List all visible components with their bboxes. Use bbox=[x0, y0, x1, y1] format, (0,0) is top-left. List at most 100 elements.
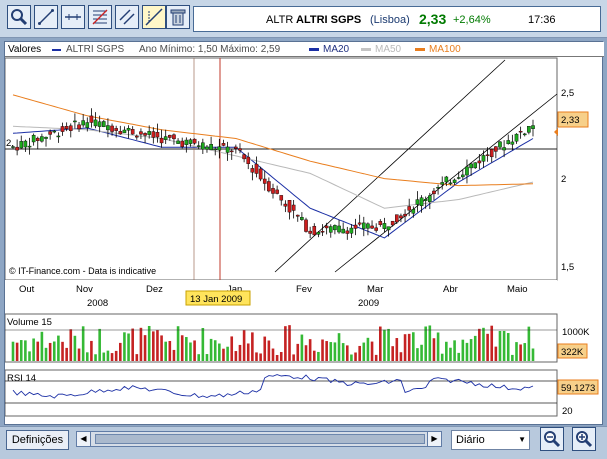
candle-body bbox=[23, 140, 28, 148]
candle-body bbox=[415, 199, 420, 205]
chevron-down-icon: ▼ bbox=[518, 435, 526, 444]
candle-body bbox=[258, 168, 263, 180]
candle-body bbox=[304, 219, 308, 232]
candle-body bbox=[60, 126, 65, 132]
volume-bar bbox=[271, 348, 275, 361]
pointer-button[interactable] bbox=[142, 5, 166, 29]
candle-body bbox=[419, 197, 424, 207]
scroll-right-arrow-icon[interactable]: ▶ bbox=[427, 432, 441, 446]
scroll-thumb[interactable] bbox=[95, 434, 425, 444]
volume-bar bbox=[519, 344, 522, 361]
candle-body bbox=[287, 200, 292, 213]
candle-body bbox=[267, 181, 271, 192]
candle-body bbox=[456, 177, 461, 179]
candle-body bbox=[275, 189, 279, 194]
volume-bar bbox=[317, 351, 320, 361]
volume-bar bbox=[465, 342, 469, 361]
candle-body bbox=[324, 225, 329, 229]
volume-bar bbox=[218, 343, 221, 361]
candle-body bbox=[353, 224, 358, 229]
zoom-out-button[interactable] bbox=[540, 427, 564, 451]
volume-bar bbox=[387, 328, 390, 361]
volume-bar bbox=[255, 352, 258, 361]
volume-bar bbox=[69, 329, 73, 361]
zoom-tool-button[interactable] bbox=[7, 5, 31, 29]
volume-bar bbox=[48, 342, 52, 361]
candle-body bbox=[279, 195, 284, 201]
candle-body bbox=[300, 217, 304, 220]
candle-body bbox=[27, 145, 32, 148]
volume-bar bbox=[424, 326, 427, 361]
fibonacci-icon bbox=[92, 9, 108, 25]
fibonacci-button[interactable] bbox=[88, 5, 112, 29]
candle-body bbox=[68, 125, 73, 131]
volume-bar bbox=[201, 327, 205, 361]
volume-bar bbox=[440, 353, 444, 361]
candle-body bbox=[386, 226, 391, 231]
volume-bar bbox=[296, 343, 300, 361]
volume-tick: 1000K bbox=[562, 327, 590, 338]
candle-body bbox=[328, 226, 333, 233]
candle-body bbox=[498, 141, 502, 148]
period-select[interactable]: Diário ▼ bbox=[451, 430, 530, 450]
candle-body bbox=[531, 125, 535, 129]
volume-bar bbox=[329, 342, 333, 361]
candle-body bbox=[221, 143, 226, 146]
candle-body bbox=[522, 133, 527, 136]
delete-button[interactable] bbox=[166, 5, 190, 29]
y-tick-1-5: 1,5 bbox=[561, 262, 574, 273]
volume-bar bbox=[486, 333, 489, 361]
volume-bar bbox=[119, 342, 122, 361]
candle-body bbox=[295, 214, 300, 217]
volume-bar bbox=[168, 340, 172, 361]
horizontal-line-button[interactable] bbox=[61, 5, 85, 29]
volume-bar bbox=[304, 345, 308, 361]
volume-bar bbox=[259, 353, 262, 361]
volume-bar bbox=[531, 348, 535, 361]
candle-body bbox=[168, 134, 172, 138]
volume-bar bbox=[449, 347, 452, 361]
volume-bar bbox=[325, 341, 328, 361]
volume-bar bbox=[345, 345, 349, 361]
volume-bar bbox=[469, 339, 473, 361]
candle-body bbox=[73, 120, 77, 123]
timeline-scrollbar[interactable]: ◀ ▶ bbox=[76, 431, 442, 447]
x-year-2008: 2008 bbox=[87, 298, 108, 309]
volume-bar bbox=[139, 327, 143, 361]
volume-bar bbox=[445, 341, 448, 361]
chart-panel[interactable]: Valores ALTRI SGPS Ano Mínimo: 1,50 Máxi… bbox=[4, 41, 604, 426]
trend-channel-button[interactable] bbox=[115, 5, 139, 29]
draw-line-button[interactable] bbox=[34, 5, 58, 29]
volume-bar bbox=[407, 333, 411, 361]
volume-bar bbox=[461, 339, 465, 361]
candle-body bbox=[428, 195, 432, 203]
volume-bar bbox=[428, 325, 432, 361]
scroll-left-arrow-icon[interactable]: ◀ bbox=[77, 432, 91, 446]
candle-body bbox=[139, 131, 143, 135]
rsi-title: RSI 14 bbox=[7, 373, 36, 384]
candle-body bbox=[246, 156, 251, 164]
volume-bar bbox=[420, 344, 423, 361]
chart-canvas[interactable]: 2,5 2 1,5 2, 2,33 © IT-Finance.com - Dat… bbox=[5, 42, 604, 426]
candle-body bbox=[312, 226, 317, 236]
candle-body bbox=[374, 227, 378, 231]
candle-body bbox=[432, 190, 436, 195]
volume-bar bbox=[36, 341, 40, 361]
candle-body bbox=[370, 225, 374, 229]
candle-body bbox=[176, 140, 180, 144]
volume-bar bbox=[185, 337, 188, 361]
volume-bar bbox=[399, 352, 403, 361]
volume-bar bbox=[189, 342, 192, 361]
candle-body bbox=[97, 121, 102, 127]
candle-body bbox=[403, 213, 407, 217]
volume-bar bbox=[288, 325, 291, 361]
candle-body bbox=[366, 223, 370, 229]
volume-bar bbox=[152, 331, 155, 361]
zoom-in-button[interactable] bbox=[572, 427, 596, 451]
definitions-button[interactable]: Definições bbox=[6, 430, 69, 450]
candle-body bbox=[411, 209, 416, 214]
volume-bar bbox=[358, 345, 361, 361]
candle-body bbox=[337, 225, 341, 233]
candle-body bbox=[477, 160, 482, 164]
volume-bar bbox=[494, 346, 498, 361]
